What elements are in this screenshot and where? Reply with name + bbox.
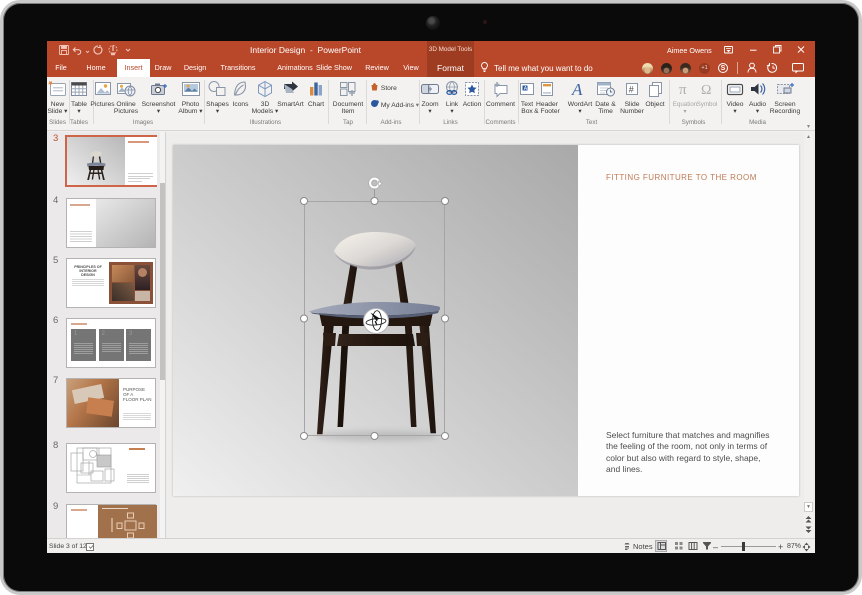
svg-text:#: # — [629, 85, 634, 95]
svg-text:π: π — [679, 82, 687, 98]
svg-text:A: A — [571, 80, 583, 99]
svg-text:Ω: Ω — [701, 83, 711, 98]
